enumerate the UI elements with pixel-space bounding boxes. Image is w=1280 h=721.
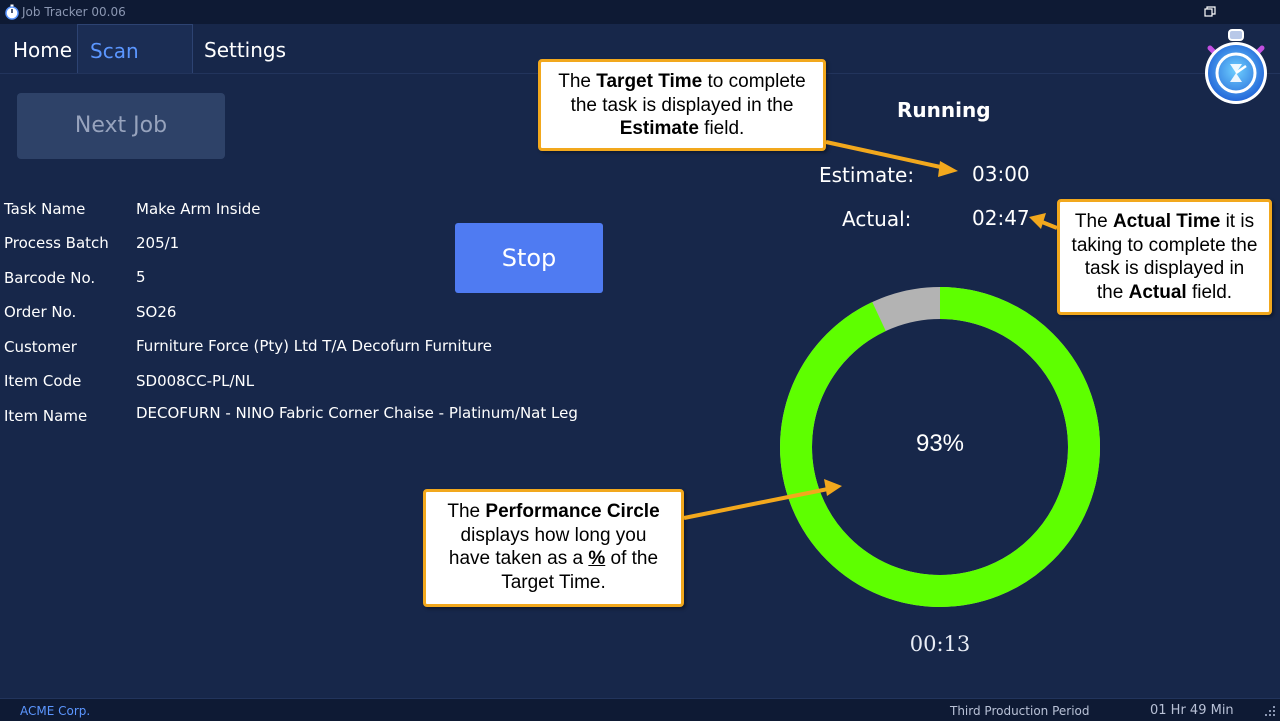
callout-text: it is: [1220, 211, 1255, 232]
arrow-actual-head: [1029, 213, 1046, 229]
next-job-button[interactable]: Next Job: [17, 93, 225, 159]
company-link[interactable]: ACME Corp.: [20, 704, 90, 718]
task-name-value: Make Arm Inside: [136, 200, 261, 218]
restore-window-icon[interactable]: [1204, 6, 1216, 18]
tab-scan-tasks[interactable]: Scan Tasks: [77, 24, 193, 115]
title-bar: Job Tracker 00.06: [0, 0, 1280, 24]
callout-bold: Actual: [1128, 281, 1187, 303]
callout-text: the: [1096, 281, 1129, 303]
estimate-label: Estimate:: [819, 163, 915, 187]
item-name-value: DECOFURN - NINO Fabric Corner Chaise - P…: [136, 404, 578, 422]
time-summary: 01 Hr 49 Min: [1150, 703, 1234, 718]
stopwatch-icon: [5, 4, 19, 20]
process-batch-label: Process Batch: [4, 234, 109, 252]
callout-text: of the: [605, 548, 659, 569]
callout-actual-time: The Actual Time it is taking to complete…: [1057, 199, 1272, 315]
performance-percent: 93%: [915, 430, 965, 457]
stopwatch-logo-icon: [1205, 29, 1267, 104]
callout-text: Target Time.: [501, 571, 606, 593]
tab-home[interactable]: Home: [1, 24, 84, 73]
process-batch-value: 205/1: [136, 234, 180, 252]
stop-button[interactable]: Stop: [455, 223, 603, 293]
callout-text: taking to complete the: [1071, 234, 1258, 256]
actual-label: Actual:: [842, 207, 912, 231]
callout-text: The: [558, 71, 597, 92]
tab-settings[interactable]: Settings: [192, 24, 298, 73]
callout-text: the task is displayed in the: [570, 94, 794, 116]
callout-text: task is displayed in: [1084, 258, 1245, 279]
item-name-label: Item Name: [4, 407, 88, 425]
arrow-actual: [1041, 220, 1058, 230]
customer-value: Furniture Force (Pty) Ltd T/A Decofurn F…: [136, 337, 493, 355]
production-period: Third Production Period: [950, 704, 1090, 718]
timer-status: Running: [897, 98, 991, 122]
callout-text: to complete: [702, 71, 806, 92]
callout-bold: Actual Time: [1112, 211, 1221, 232]
barcode-label: Barcode No.: [4, 269, 96, 287]
callout-text: The: [1074, 211, 1113, 232]
barcode-value: 5: [136, 268, 146, 286]
task-name-label: Task Name: [4, 200, 86, 218]
customer-label: Customer: [4, 338, 77, 356]
callout-bold: Estimate: [619, 118, 699, 139]
callout-underline: %: [588, 548, 606, 569]
callout-bold: Performance Circle: [485, 501, 660, 522]
callout-text: The: [447, 501, 486, 522]
item-code-value: SD008CC-PL/NL: [136, 372, 255, 390]
order-no-label: Order No.: [4, 303, 77, 321]
callout-target-time: The Target Time to complete the task is …: [538, 59, 826, 151]
arrow-target-head: [938, 161, 958, 177]
callout-text: have taken as a: [448, 548, 589, 569]
callout-text: field.: [1186, 281, 1233, 303]
status-bar: ACME Corp. Third Production Period 01 Hr…: [0, 698, 1280, 721]
callout-text: displays how long you: [460, 524, 647, 546]
actual-value: 02:47: [972, 206, 1030, 230]
item-code-label: Item Code: [4, 372, 82, 390]
estimate-value: 03:00: [972, 162, 1030, 186]
elapsed-time: 00:13: [909, 632, 971, 656]
callout-text: field.: [698, 118, 745, 139]
callout-performance-circle: The Performance Circle displays how long…: [423, 489, 684, 607]
callout-bold: Target Time: [596, 71, 703, 92]
window-title: Job Tracker 00.06: [22, 5, 126, 19]
resize-grip-icon[interactable]: [1264, 705, 1276, 717]
order-no-value: SO26: [136, 303, 177, 321]
